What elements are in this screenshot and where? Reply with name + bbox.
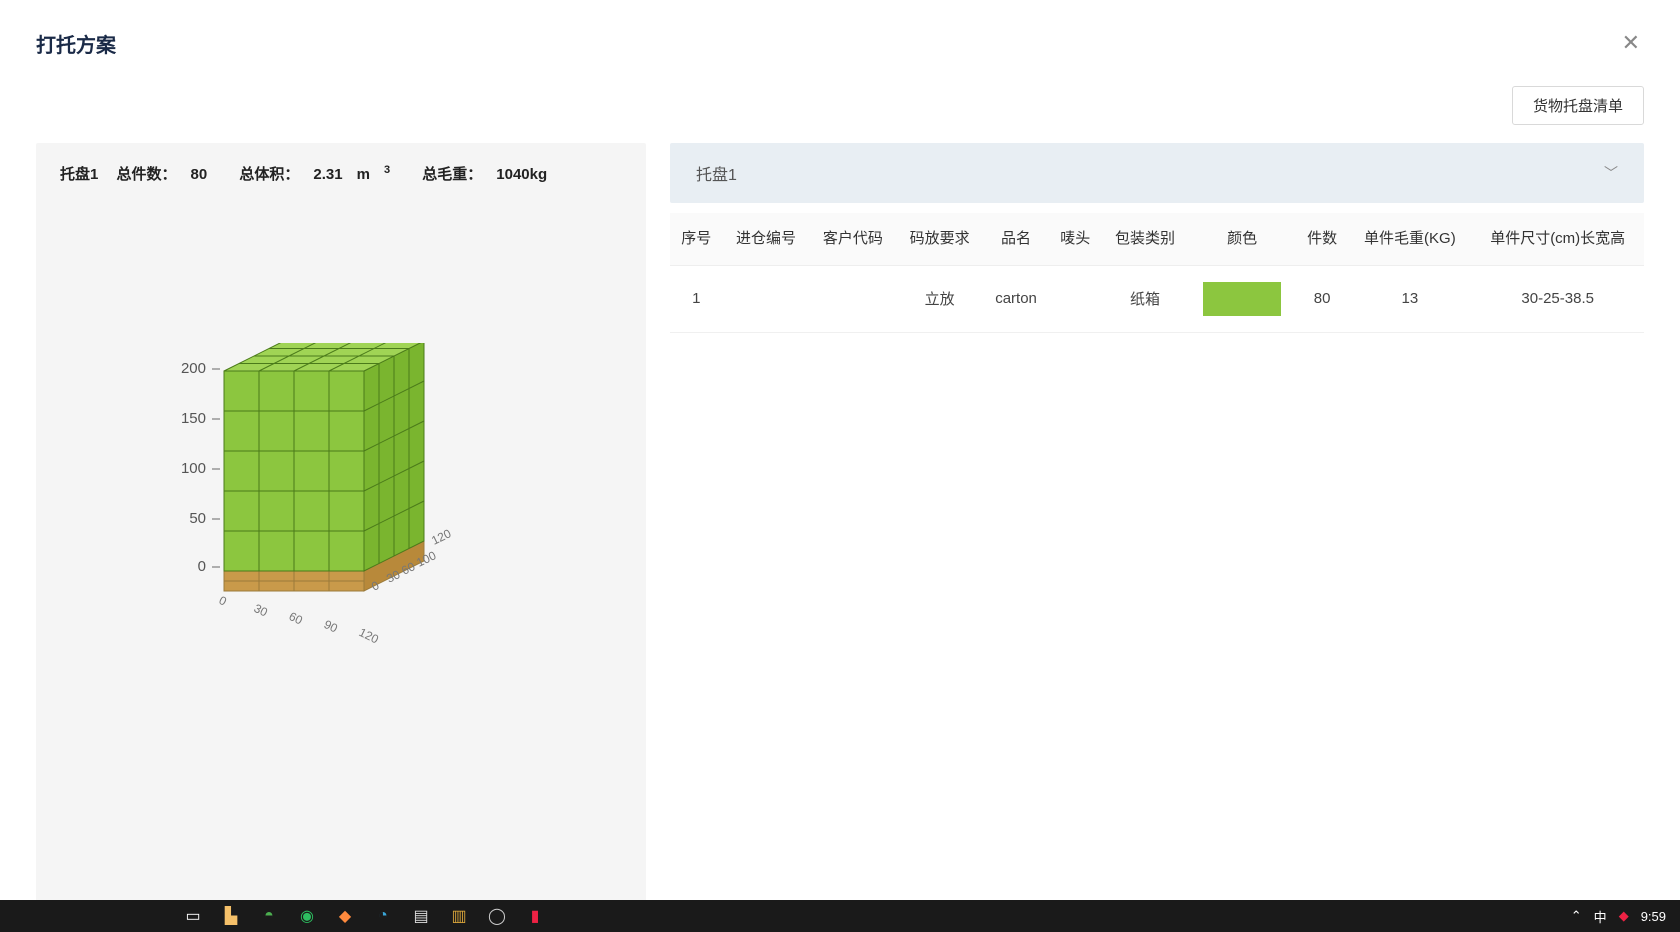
cell-seq: 1 — [670, 265, 723, 332]
wechat-icon[interactable]: ◉ — [294, 903, 320, 929]
color-swatch — [1203, 282, 1281, 316]
total-volume: 总体积：2.31m3 — [239, 166, 404, 183]
z-tick: 50 — [189, 510, 206, 527]
y-tick: 120 — [429, 526, 453, 548]
chrome-icon[interactable]: ◓ — [256, 903, 282, 929]
x-tick: 60 — [287, 609, 305, 628]
th-stacking: 码放要求 — [896, 213, 983, 265]
app3-icon[interactable]: ▥ — [446, 903, 472, 929]
tray-icon[interactable]: ⌃ — [1571, 908, 1582, 924]
page-title: 打托方案 — [36, 29, 116, 58]
explorer-icon[interactable]: ▙ — [218, 903, 244, 929]
total-gross-weight: 总毛重：1040kg — [422, 166, 561, 183]
windows-taskbar[interactable]: ▭ ▙ ◓ ◉ ◆ ◔ ▤ ▥ ◯ ▮ ⌃ 中 ◆ 9:59 — [0, 900, 1680, 932]
th-package: 包装类别 — [1102, 213, 1189, 265]
th-name: 品名 — [983, 213, 1049, 265]
pallet-3d-view: 200 150 100 50 0 — [146, 343, 566, 823]
box-stack — [224, 343, 424, 571]
app4-icon[interactable]: ◯ — [484, 903, 510, 929]
close-icon[interactable]: ✕ — [1618, 28, 1644, 58]
th-pieces: 件数 — [1296, 213, 1349, 265]
cell-name: carton — [983, 265, 1049, 332]
pallet-id-label: 托盘1 — [60, 166, 98, 183]
chevron-down-icon: ﹀ — [1604, 163, 1618, 183]
th-seq: 序号 — [670, 213, 723, 265]
pallet-visualization-panel: 托盘1 总件数：80 总体积：2.31m3 总毛重：1040kg 200 150… — [36, 143, 646, 923]
cell-customer — [809, 265, 896, 332]
th-unit-dim: 单件尺寸(cm)长宽高 — [1471, 213, 1644, 265]
tray-icon[interactable]: ◆ — [1619, 908, 1629, 924]
z-tick: 0 — [198, 558, 206, 575]
th-color: 颜色 — [1188, 213, 1295, 265]
z-tick: 150 — [181, 410, 206, 427]
app2-icon[interactable]: ▤ — [408, 903, 434, 929]
x-tick: 30 — [252, 601, 270, 620]
pallet-summary: 托盘1 总件数：80 总体积：2.31m3 总毛重：1040kg — [60, 163, 622, 184]
cell-stacking: 立放 — [896, 265, 983, 332]
taskview-icon[interactable]: ▭ — [180, 903, 206, 929]
pallet-accordion-header[interactable]: 托盘1 ﹀ — [670, 143, 1644, 203]
th-unit-weight: 单件毛重(KG) — [1348, 213, 1471, 265]
ime-icon[interactable]: 中 — [1594, 907, 1607, 926]
cell-package: 纸箱 — [1102, 265, 1189, 332]
z-tick: 200 — [181, 360, 206, 377]
cell-pieces: 80 — [1296, 265, 1349, 332]
cargo-table: 序号 进仓编号 客户代码 码放要求 品名 唛头 包装类别 颜色 件数 单件毛重(… — [670, 213, 1644, 333]
app5-icon[interactable]: ▮ — [522, 903, 548, 929]
th-customer: 客户代码 — [809, 213, 896, 265]
cell-inbound — [723, 265, 810, 332]
cell-unit-weight: 13 — [1348, 265, 1471, 332]
taskbar-clock[interactable]: 9:59 — [1641, 909, 1666, 924]
cell-mark — [1049, 265, 1102, 332]
table-row[interactable]: 1 立放 carton 纸箱 80 13 30-25-38.5 — [670, 265, 1644, 332]
th-inbound: 进仓编号 — [723, 213, 810, 265]
th-mark: 唛头 — [1049, 213, 1102, 265]
x-tick: 120 — [357, 625, 381, 647]
cell-unit-dim: 30-25-38.5 — [1471, 265, 1644, 332]
edge-icon[interactable]: ◔ — [370, 903, 396, 929]
pallet-list-button[interactable]: 货物托盘清单 — [1512, 86, 1644, 125]
x-tick: 0 — [217, 593, 229, 609]
z-tick: 100 — [181, 460, 206, 477]
cell-color — [1188, 265, 1295, 332]
total-pieces: 总件数：80 — [117, 166, 222, 183]
accordion-title: 托盘1 — [696, 161, 737, 185]
app-icon[interactable]: ◆ — [332, 903, 358, 929]
x-tick: 90 — [322, 617, 340, 636]
